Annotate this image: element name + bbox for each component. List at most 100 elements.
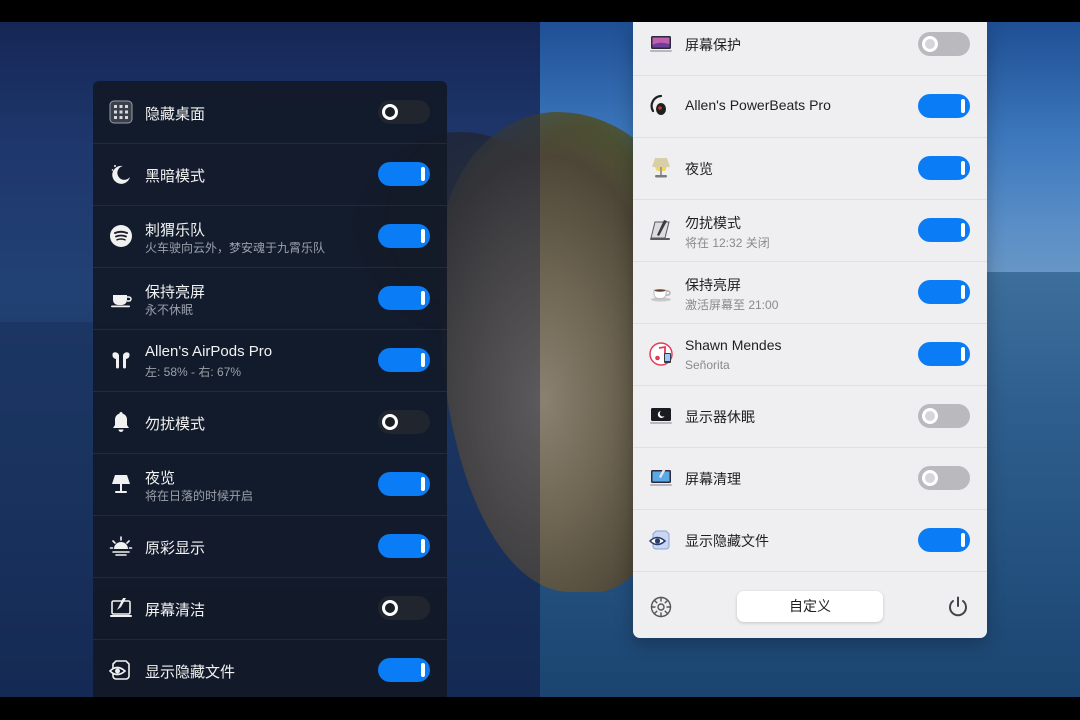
row-title: 显示器休眠 bbox=[685, 409, 755, 425]
row-title: 夜览 bbox=[685, 161, 713, 177]
row-subtitle: 火车驶向云外，梦安魂于九霄乐队 bbox=[145, 241, 326, 255]
toggle-knob bbox=[961, 223, 965, 237]
toggle-knob bbox=[961, 161, 965, 175]
row-title: 勿扰模式 bbox=[145, 416, 206, 433]
moon-icon bbox=[109, 162, 133, 186]
do-not-disturb-toggle[interactable] bbox=[378, 410, 430, 434]
now-playing-toggle[interactable] bbox=[918, 342, 970, 366]
row-title: 保持亮屏 bbox=[145, 284, 206, 301]
row-dark-mode: 黑暗模式 bbox=[93, 143, 447, 206]
row-screen-clean: 屏幕清理 bbox=[633, 447, 987, 510]
row-do-not-disturb: 勿扰模式 将在 12:32 关闭 bbox=[633, 199, 987, 262]
toggle-knob bbox=[421, 291, 425, 305]
toggle-knob bbox=[922, 408, 938, 424]
bell-icon bbox=[109, 410, 133, 434]
pen-tablet-icon bbox=[649, 218, 673, 242]
row-airpods: Allen's AirPods Pro 左: 58% - 右: 67% bbox=[93, 329, 447, 392]
screen-clean-icon bbox=[649, 466, 673, 490]
toggle-knob bbox=[922, 36, 938, 52]
screen-clean-icon bbox=[109, 596, 133, 620]
row-night-shift: 夜览 将在日落的时候开启 bbox=[93, 453, 447, 516]
row-show-hidden-files: 显示隐藏文件 bbox=[93, 639, 447, 697]
toggle-knob bbox=[922, 470, 938, 486]
keep-awake-toggle[interactable] bbox=[918, 280, 970, 304]
toggle-knob bbox=[382, 414, 398, 430]
eye-icon bbox=[109, 658, 133, 682]
night-shift-toggle[interactable] bbox=[378, 472, 430, 496]
screensaver-icon bbox=[649, 32, 673, 56]
row-title: Shawn Mendes bbox=[685, 337, 782, 353]
row-subtitle: 将在 12:32 关闭 bbox=[685, 236, 770, 250]
panel-footer: 自定义 bbox=[633, 575, 987, 638]
show-hidden-files-toggle[interactable] bbox=[378, 658, 430, 682]
toggle-knob bbox=[961, 285, 965, 299]
screen-clean-toggle[interactable] bbox=[378, 596, 430, 620]
row-hide-desktop: 隐藏桌面 bbox=[93, 81, 447, 144]
row-subtitle: 永不休眠 bbox=[145, 303, 194, 317]
spotify-icon bbox=[109, 224, 133, 248]
airpods-icon bbox=[109, 348, 133, 372]
row-title: 夜览 bbox=[145, 470, 176, 487]
row-subtitle: 激活屏幕至 21:00 bbox=[685, 298, 779, 312]
row-title: 隐藏桌面 bbox=[145, 106, 206, 123]
keep-awake-toggle[interactable] bbox=[378, 286, 430, 310]
row-screen-clean: 屏幕清洁 bbox=[93, 577, 447, 640]
toggle-knob bbox=[421, 167, 425, 181]
row-true-tone: 原彩显示 bbox=[93, 515, 447, 578]
toggle-knob bbox=[421, 539, 425, 553]
true-tone-toggle[interactable] bbox=[378, 534, 430, 558]
toggle-knob bbox=[421, 353, 425, 367]
earbud-icon bbox=[649, 94, 673, 118]
coffee-cup-icon bbox=[109, 286, 133, 310]
music-icon bbox=[649, 342, 673, 366]
row-title: 黑暗模式 bbox=[145, 168, 206, 185]
row-subtitle: Señorita bbox=[685, 358, 730, 372]
night-shift-toggle[interactable] bbox=[918, 156, 970, 180]
toggle-knob bbox=[421, 229, 425, 243]
row-title: 显示隐藏文件 bbox=[145, 664, 236, 681]
row-title: 原彩显示 bbox=[145, 540, 206, 557]
toggle-knob bbox=[382, 600, 398, 616]
row-display-sleep: 显示器休眠 bbox=[633, 385, 987, 448]
row-title: 刺猬乐队 bbox=[145, 222, 206, 239]
display-sleep-icon bbox=[649, 404, 673, 428]
dark-mode-toggle[interactable] bbox=[378, 162, 430, 186]
airpods-toggle[interactable] bbox=[378, 348, 430, 372]
letterbox-bottom bbox=[0, 697, 1080, 720]
sun-icon bbox=[109, 534, 133, 558]
screen-clean-toggle[interactable] bbox=[918, 466, 970, 490]
screensaver-toggle[interactable] bbox=[918, 32, 970, 56]
light-menu-panel: 屏幕保护 Allen's PowerBeats Pro 夜览 勿扰模式 将在 1… bbox=[633, 22, 987, 638]
show-hidden-files-toggle[interactable] bbox=[918, 528, 970, 552]
customize-button[interactable]: 自定义 bbox=[737, 591, 883, 622]
hide-desktop-toggle[interactable] bbox=[378, 100, 430, 124]
display-sleep-toggle[interactable] bbox=[918, 404, 970, 428]
dark-menu-panel: 隐藏桌面 黑暗模式 刺猬乐队 火车驶向云外，梦安魂于九霄乐队 保持亮屏 永不休眠… bbox=[93, 81, 447, 697]
toggle-knob bbox=[421, 663, 425, 677]
spotify-toggle[interactable] bbox=[378, 224, 430, 248]
row-do-not-disturb: 勿扰模式 bbox=[93, 391, 447, 454]
row-night-shift: 夜览 bbox=[633, 137, 987, 200]
row-subtitle: 左: 58% - 右: 67% bbox=[145, 365, 242, 379]
row-now-playing: Shawn Mendes Señorita bbox=[633, 323, 987, 386]
toggle-knob bbox=[421, 477, 425, 491]
eye-icon bbox=[649, 528, 673, 552]
toggle-knob bbox=[961, 99, 965, 113]
row-title: 勿扰模式 bbox=[685, 215, 741, 231]
grid-icon bbox=[109, 100, 133, 124]
toggle-knob bbox=[961, 533, 965, 547]
row-subtitle: 将在日落的时候开启 bbox=[145, 489, 254, 503]
toggle-knob bbox=[961, 347, 965, 361]
row-title: 保持亮屏 bbox=[685, 277, 741, 293]
row-title: 屏幕保护 bbox=[685, 37, 741, 53]
row-powerbeats: Allen's PowerBeats Pro bbox=[633, 75, 987, 138]
lamp-icon bbox=[649, 156, 673, 180]
row-keep-awake: 保持亮屏 永不休眠 bbox=[93, 267, 447, 330]
lamp-icon bbox=[109, 472, 133, 496]
do-not-disturb-toggle[interactable] bbox=[918, 218, 970, 242]
gear-icon[interactable] bbox=[649, 595, 673, 619]
row-title: 显示隐藏文件 bbox=[685, 533, 769, 549]
coffee-cup-icon bbox=[649, 280, 673, 304]
powerbeats-toggle[interactable] bbox=[918, 94, 970, 118]
power-icon[interactable] bbox=[946, 595, 970, 619]
